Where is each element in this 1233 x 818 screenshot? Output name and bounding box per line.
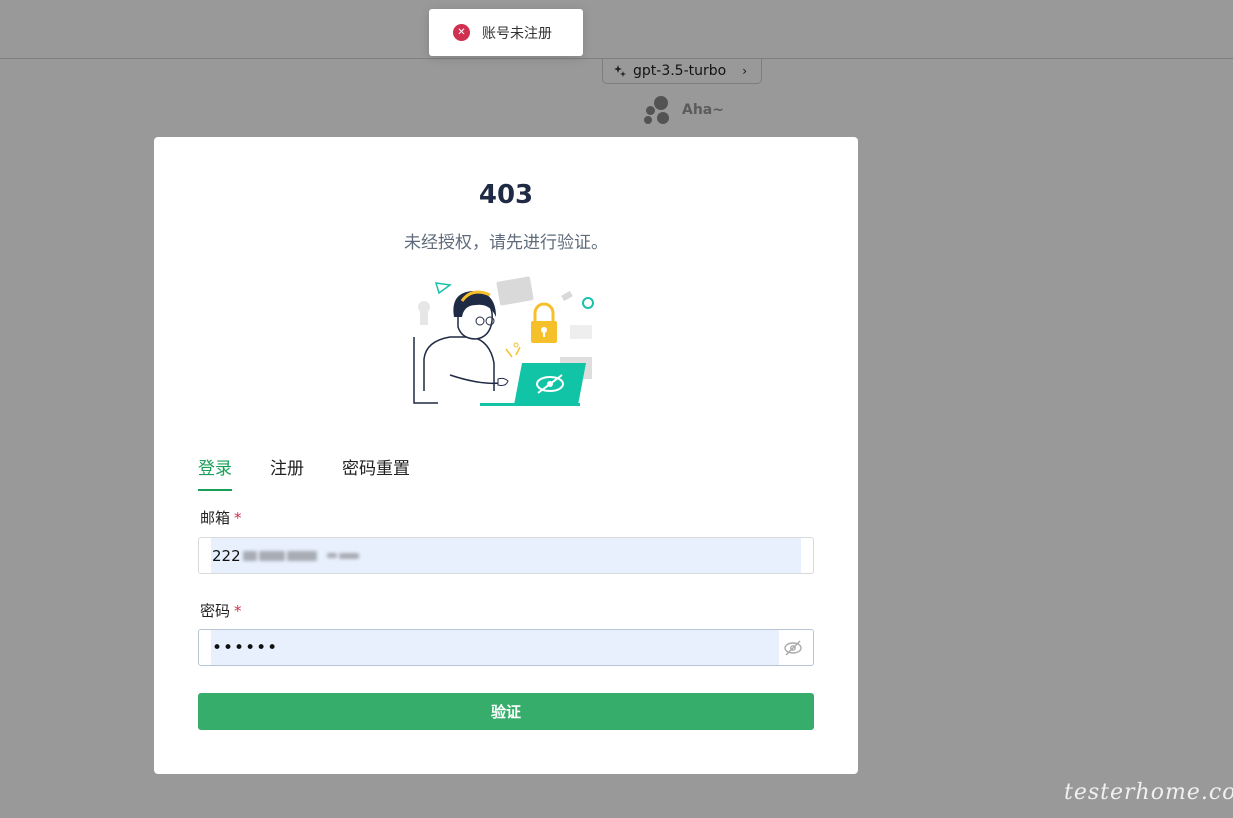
error-code: 403 [478, 180, 534, 210]
error-description: 未经授权，请先进行验证。 [404, 233, 608, 253]
email-visible-prefix: 222 [212, 546, 241, 565]
error-toast: ✕ 账号未注册 [429, 9, 583, 56]
password-label: 密码 * [200, 600, 242, 621]
error-circle-icon: ✕ [453, 24, 470, 41]
password-field[interactable]: •••••• [198, 629, 814, 666]
email-input-value[interactable]: 222 [211, 538, 801, 573]
verify-button[interactable]: 验证 [198, 693, 814, 730]
email-label-text: 邮箱 [200, 509, 231, 527]
auth-tabs: 登录 注册 密码重置 [198, 454, 410, 491]
email-field[interactable]: 222 [198, 537, 814, 574]
required-mark: * [234, 509, 242, 527]
email-label: 邮箱 * [200, 507, 242, 528]
tab-password-reset[interactable]: 密码重置 [342, 454, 410, 491]
watermark-text: testerhome.com [1064, 780, 1233, 805]
eye-off-icon[interactable] [783, 639, 803, 657]
toast-message: 账号未注册 [482, 25, 552, 42]
required-mark: * [234, 602, 242, 620]
password-input-value[interactable]: •••••• [211, 630, 779, 665]
unauthorized-illustration-icon [413, 276, 594, 406]
password-label-text: 密码 [200, 602, 231, 620]
auth-modal: 403 未经授权，请先进行验证。 登录 注册 密码重置 邮箱 * 222 密码 … [154, 137, 858, 774]
tab-login[interactable]: 登录 [198, 454, 232, 491]
tab-register[interactable]: 注册 [270, 454, 304, 491]
redacted-email-text [241, 550, 359, 561]
